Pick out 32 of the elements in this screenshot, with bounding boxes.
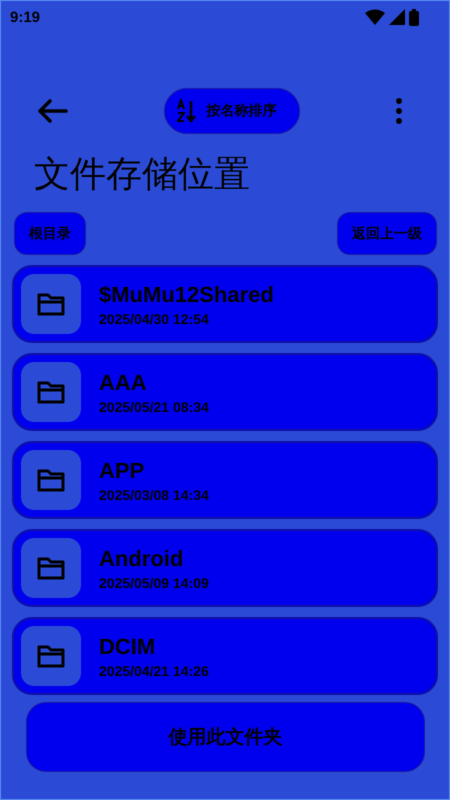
wifi-icon (365, 9, 385, 25)
page-title: 文件存储位置 (34, 153, 251, 197)
folder-item[interactable]: AAA 2025/05/21 08:34 (12, 353, 438, 431)
status-time: 9:19 (10, 8, 40, 26)
folder-icon (37, 468, 65, 492)
folder-date: 2025/05/09 14:09 (99, 574, 209, 590)
folder-date: 2025/04/30 12:54 (99, 310, 210, 326)
back-arrow-icon[interactable] (36, 99, 68, 123)
folder-name: DCIM (99, 634, 156, 660)
folder-date: 2025/03/08 14:34 (99, 486, 209, 502)
signal-icon (389, 9, 405, 25)
folder-icon (37, 380, 65, 404)
folder-name: Android (99, 546, 184, 572)
folder-name: $MuMu12Shared (99, 282, 274, 308)
folder-item[interactable]: Android 2025/05/09 14:09 (12, 529, 438, 607)
folder-item[interactable]: APP 2025/03/08 14:34 (12, 441, 438, 519)
folder-icon (37, 644, 65, 668)
folder-name: APP (99, 458, 146, 484)
folder-date: 2025/04/21 14:26 (99, 662, 209, 678)
folder-icon (37, 292, 65, 316)
folder-date: 2025/05/21 08:34 (99, 398, 209, 414)
folder-name: AAA (99, 370, 148, 396)
battery-icon (409, 8, 419, 26)
use-folder-button[interactable]: 使用此文件夹 (26, 702, 425, 772)
sort-icon (176, 99, 196, 123)
folder-icon (37, 556, 65, 580)
nav-button[interactable]: 根目录 (14, 212, 86, 255)
sort-button[interactable]: 按名称排序 (164, 88, 300, 134)
nav-button[interactable]: 返回上一级 (337, 212, 437, 255)
folder-item[interactable]: $MuMu12Shared 2025/04/30 12:54 (12, 265, 438, 343)
folder-item[interactable]: DCIM 2025/04/21 14:26 (12, 617, 438, 695)
more-options-icon[interactable] (395, 98, 403, 124)
